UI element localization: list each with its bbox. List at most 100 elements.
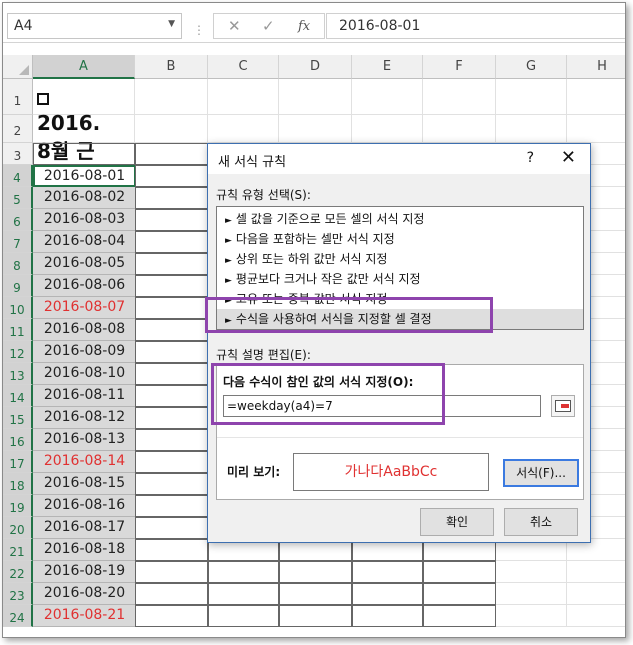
- name-box[interactable]: A4 ▼: [7, 13, 182, 39]
- date-cell[interactable]: 2016-08-12: [33, 407, 136, 429]
- row-header-4[interactable]: 4: [3, 165, 33, 187]
- row-header-9[interactable]: 9: [3, 275, 33, 297]
- ok-button[interactable]: 확인: [420, 508, 494, 536]
- rule-type-item-label: 다음을 포함하는 셀만 서식 지정: [235, 232, 395, 246]
- row-header-16[interactable]: 16: [3, 429, 33, 451]
- insert-function-icon[interactable]: fx: [298, 19, 310, 34]
- format-button[interactable]: 서식(F)...: [503, 459, 579, 487]
- column-header-h[interactable]: H: [567, 55, 625, 79]
- row-header-13[interactable]: 13: [3, 363, 33, 385]
- row-header-10[interactable]: 10: [3, 297, 33, 319]
- row-header-21[interactable]: 21: [3, 539, 33, 561]
- row-header-18[interactable]: 18: [3, 473, 33, 495]
- table-border-cell: [135, 451, 208, 473]
- table-border-cell: [208, 605, 279, 627]
- row-header-12[interactable]: 12: [3, 341, 33, 363]
- row-header-19[interactable]: 19: [3, 495, 33, 517]
- triangle-right-icon: ►: [225, 276, 232, 286]
- date-cell[interactable]: 2016-08-03: [33, 209, 136, 231]
- table-border-cell: [135, 583, 208, 605]
- row-header-2[interactable]: 2: [3, 115, 33, 143]
- rule-type-item-label: 상위 또는 하위 값만 서식 지정: [235, 252, 388, 266]
- date-cell[interactable]: 2016-08-09: [33, 341, 136, 363]
- triangle-right-icon: ►: [225, 256, 232, 266]
- rule-type-item[interactable]: ► 평균보다 크거나 작은 값만 서식 지정: [217, 269, 583, 289]
- table-border-cell: [279, 561, 352, 583]
- row-header-5[interactable]: 5: [3, 187, 33, 209]
- excel-window: A4 ▼ ⋮ ✕ ✓ fx 2016-08-01 ABCDEFGH 123456…: [2, 2, 626, 638]
- row-header-14[interactable]: 14: [3, 385, 33, 407]
- row-header-20[interactable]: 20: [3, 517, 33, 539]
- table-border-cell: [135, 407, 208, 429]
- rule-type-label: 규칙 유형 선택(S):: [216, 188, 311, 202]
- select-all-corner[interactable]: [3, 55, 33, 79]
- range-select-icon: [555, 400, 571, 412]
- date-cell[interactable]: 2016-08-06: [33, 275, 136, 297]
- date-cell[interactable]: 2016-08-02: [33, 187, 136, 209]
- rule-type-item[interactable]: ► 셀 값을 기준으로 모든 셀의 서식 지정: [217, 209, 583, 229]
- chevron-down-icon[interactable]: ▼: [168, 19, 175, 29]
- table-border-cell: [135, 363, 208, 385]
- column-header-g[interactable]: G: [496, 55, 567, 79]
- date-cell[interactable]: 2016-08-14: [33, 451, 136, 473]
- date-cell[interactable]: 2016-08-20: [33, 583, 136, 605]
- row-header-11[interactable]: 11: [3, 319, 33, 341]
- row-header-8[interactable]: 8: [3, 253, 33, 275]
- enter-icon[interactable]: ✓: [262, 17, 275, 35]
- table-border-cell: [135, 473, 208, 495]
- help-icon[interactable]: ?: [527, 150, 534, 166]
- row-header-23[interactable]: 23: [3, 583, 33, 605]
- drag-handle-icon[interactable]: ⋮: [193, 23, 206, 37]
- table-border-cell: [135, 605, 208, 627]
- row-header-6[interactable]: 6: [3, 209, 33, 231]
- column-header-a[interactable]: A: [33, 55, 135, 79]
- column-header-c[interactable]: C: [208, 55, 279, 79]
- row-header-24[interactable]: 24: [3, 605, 33, 627]
- date-cell[interactable]: 2016-08-08: [33, 319, 136, 341]
- date-cell[interactable]: 2016-08-01: [33, 165, 136, 187]
- date-cell[interactable]: 2016-08-13: [33, 429, 136, 451]
- row-header-15[interactable]: 15: [3, 407, 33, 429]
- new-formatting-rule-dialog: 새 서식 규칙 ? ✕ 규칙 유형 선택(S): ► 셀 값을 기준으로 모든 셀…: [207, 143, 591, 543]
- date-cell[interactable]: 2016-08-11: [33, 385, 136, 407]
- table-border-cell: [208, 583, 279, 605]
- row-header-22[interactable]: 22: [3, 561, 33, 583]
- preview-box: 가나다AaBbCc: [293, 453, 489, 491]
- dialog-title: 새 서식 규칙: [218, 155, 287, 170]
- rule-highlight-box: [205, 297, 493, 333]
- date-cell[interactable]: 2016-08-10: [33, 363, 136, 385]
- range-select-button[interactable]: [551, 395, 575, 417]
- row-header-7[interactable]: 7: [3, 231, 33, 253]
- column-header-f[interactable]: F: [423, 55, 496, 79]
- date-cell[interactable]: 2016-08-15: [33, 473, 136, 495]
- date-cell[interactable]: 2016-08-21: [33, 605, 136, 627]
- date-cell[interactable]: 2016-08-18: [33, 539, 136, 561]
- row-header-17[interactable]: 17: [3, 451, 33, 473]
- rule-type-item[interactable]: ► 다음을 포함하는 셀만 서식 지정: [217, 229, 583, 249]
- date-cell[interactable]: 2016-08-19: [33, 561, 136, 583]
- formula-input[interactable]: 2016-08-01: [326, 13, 625, 39]
- table-border-cell: [135, 341, 208, 363]
- rule-description-label: 규칙 설명 편집(E):: [216, 348, 311, 362]
- row-header-3[interactable]: 3: [3, 143, 33, 165]
- divider: [217, 437, 583, 438]
- name-box-value: A4: [14, 18, 33, 34]
- gridline: [33, 114, 625, 115]
- rule-type-item[interactable]: ► 상위 또는 하위 값만 서식 지정: [217, 249, 583, 269]
- table-border-cell: [208, 561, 279, 583]
- table-border-cell: [352, 561, 423, 583]
- date-cell[interactable]: 2016-08-16: [33, 495, 136, 517]
- close-icon[interactable]: ✕: [561, 147, 576, 168]
- triangle-right-icon: ►: [225, 236, 232, 246]
- column-header-d[interactable]: D: [279, 55, 352, 79]
- column-header-b[interactable]: B: [135, 55, 208, 79]
- formula-highlight-box: [211, 363, 445, 425]
- column-header-e[interactable]: E: [352, 55, 423, 79]
- cancel-icon[interactable]: ✕: [228, 17, 241, 35]
- cancel-button[interactable]: 취소: [504, 508, 578, 536]
- date-cell[interactable]: 2016-08-17: [33, 517, 136, 539]
- date-cell[interactable]: 2016-08-05: [33, 253, 136, 275]
- date-cell[interactable]: 2016-08-07: [33, 297, 136, 319]
- date-cell[interactable]: 2016-08-04: [33, 231, 136, 253]
- row-header-1[interactable]: 1: [3, 79, 33, 115]
